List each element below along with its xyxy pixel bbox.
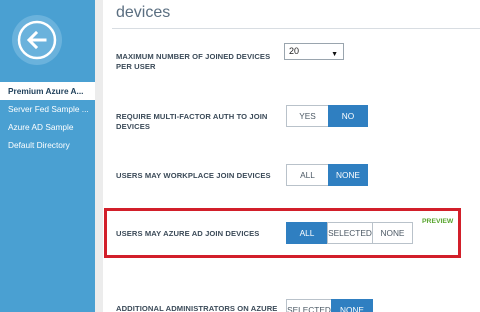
mfa-label-line2: DEVICES	[116, 122, 151, 131]
workplace-join-toggle: ALL NONE	[286, 164, 368, 186]
column-separator	[95, 0, 103, 312]
back-arrow-icon	[17, 20, 57, 60]
mfa-no-option[interactable]: NO	[328, 105, 368, 127]
nav-item-server-fed-sample[interactable]: Server Fed Sample ...	[0, 100, 95, 118]
mfa-yes-option[interactable]: YES	[286, 105, 329, 127]
mfa-toggle: YES NO	[286, 105, 368, 127]
azure-ad-join-toggle: ALL SELECTED NONE	[286, 222, 413, 244]
nav-item-azure-ad-sample[interactable]: Azure AD Sample	[0, 118, 95, 136]
azure-ad-join-selected-option[interactable]: SELECTED	[327, 222, 373, 244]
azure-ad-join-label: USERS MAY AZURE AD JOIN DEVICES	[116, 229, 260, 238]
max-devices-label-line2: PER USER	[116, 62, 156, 71]
azure-ad-join-all-option[interactable]: ALL	[286, 222, 328, 244]
additional-admins-selected-option[interactable]: SELECTED	[286, 299, 332, 312]
additional-admins-label: ADDITIONAL ADMINISTRATORS ON AZURE	[116, 304, 278, 312]
chevron-down-icon: ▼	[331, 51, 338, 58]
max-devices-value: 20	[289, 46, 300, 56]
preview-badge: PREVIEW	[422, 218, 454, 225]
max-devices-label-line1: MAXIMUM NUMBER OF JOINED DEVICES	[116, 52, 271, 61]
max-devices-select[interactable]: 20 ▼	[284, 43, 344, 60]
workplace-join-none-option[interactable]: NONE	[328, 164, 368, 186]
workplace-join-all-option[interactable]: ALL	[286, 164, 329, 186]
additional-admins-toggle: SELECTED NONE	[286, 299, 373, 312]
left-navigation: Premium Azure A... Server Fed Sample ...…	[0, 0, 95, 312]
nav-item-premium-azure[interactable]: Premium Azure A...	[0, 82, 95, 100]
directory-list: Premium Azure A... Server Fed Sample ...…	[0, 82, 95, 154]
back-button[interactable]	[12, 15, 62, 65]
mfa-label-line1: REQUIRE MULTI-FACTOR AUTH TO JOIN	[116, 112, 268, 121]
azure-ad-join-none-option[interactable]: NONE	[372, 222, 413, 244]
additional-admins-none-option[interactable]: NONE	[331, 299, 373, 312]
mfa-label: REQUIRE MULTI-FACTOR AUTH TO JOIN DEVICE…	[116, 112, 268, 132]
section-title: devices	[116, 4, 171, 21]
nav-item-default-directory[interactable]: Default Directory	[0, 136, 95, 154]
title-divider	[112, 28, 480, 29]
workplace-join-label: USERS MAY WORKPLACE JOIN DEVICES	[116, 171, 271, 180]
max-devices-label: MAXIMUM NUMBER OF JOINED DEVICES PER USE…	[116, 52, 270, 72]
